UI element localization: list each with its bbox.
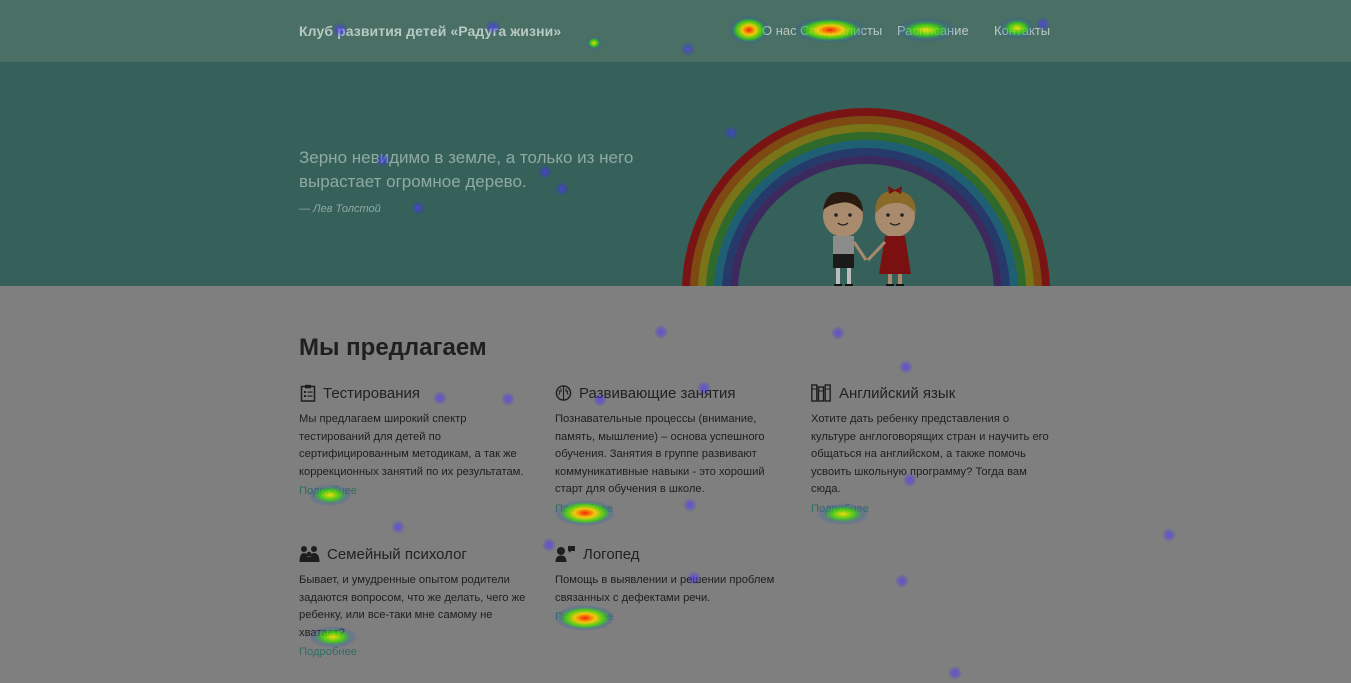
nav-link-schedule[interactable]: Расписание [897, 23, 969, 38]
section-title: Мы предлагаем [299, 334, 487, 361]
read-more-link[interactable]: Подробнее [555, 611, 613, 623]
offer-card-family-psychologist: Семейный психолог Бывает, и умудренные о… [299, 544, 539, 660]
offer-card-title: Семейный психолог [327, 545, 467, 563]
offer-card-speech-therapist: Логопед Помощь в выявлении и решении про… [555, 544, 795, 625]
offer-card-title: Развивающие занятия [579, 384, 736, 402]
offer-card-developing-classes: Развивающие занятия Познавательные проце… [555, 383, 795, 517]
offer-card-title: Английский язык [839, 384, 956, 402]
offers-section: Мы предлагаем Тестирования Мы предлагаем… [0, 286, 1351, 683]
offer-card-title: Логопед [583, 545, 640, 563]
offer-card-english: Английский язык Хотите дать ребенку пред… [811, 383, 1051, 517]
speech-therapist-icon [555, 545, 576, 563]
offer-card-text: Бывает, и умудренные опытом родители зад… [299, 574, 526, 639]
brain-icon [555, 384, 572, 402]
main-nav: О нас Специалисты Расписание Контакты [700, 23, 1052, 39]
read-more-link[interactable]: Подробнее [299, 646, 357, 658]
hero-section: Зерно невидимо в земле, а только из него… [0, 62, 1351, 286]
nav-link-specialists[interactable]: Специалисты [800, 23, 882, 38]
nav-link-about[interactable]: О нас [762, 23, 797, 38]
offer-card-text: Хотите дать ребенку представления о куль… [811, 413, 1049, 496]
offer-card-text: Познавательные процессы (внимание, памят… [555, 413, 765, 496]
offer-card-testing: Тестирования Мы предлагаем широкий спект… [299, 383, 539, 499]
read-more-link[interactable]: Подробнее [555, 503, 613, 515]
read-more-link[interactable]: Подробнее [299, 485, 357, 497]
offer-card-title: Тестирования [323, 384, 421, 402]
clipboard-icon [299, 384, 316, 402]
hero-quote-author: — Лев Толстой [299, 203, 381, 215]
girl-figure-icon [866, 186, 916, 286]
hero-quote: Зерно невидимо в земле, а только из него… [299, 148, 634, 191]
boy-figure-icon [823, 191, 868, 286]
read-more-link[interactable]: Подробнее [811, 503, 869, 515]
rainbow-illustration [682, 108, 1050, 286]
brand-logo-text[interactable]: Клуб развития детей «Радуга жизни» [299, 23, 561, 39]
offer-card-text: Мы предлагаем широкий спектр тестировани… [299, 413, 524, 478]
books-icon [811, 384, 832, 402]
offer-card-text: Помощь в выявлении и решении проблем свя… [555, 574, 775, 604]
navbar: Клуб развития детей «Радуга жизни» О нас… [0, 0, 1351, 62]
nav-link-contacts[interactable]: Контакты [994, 23, 1050, 38]
family-icon [299, 545, 320, 563]
